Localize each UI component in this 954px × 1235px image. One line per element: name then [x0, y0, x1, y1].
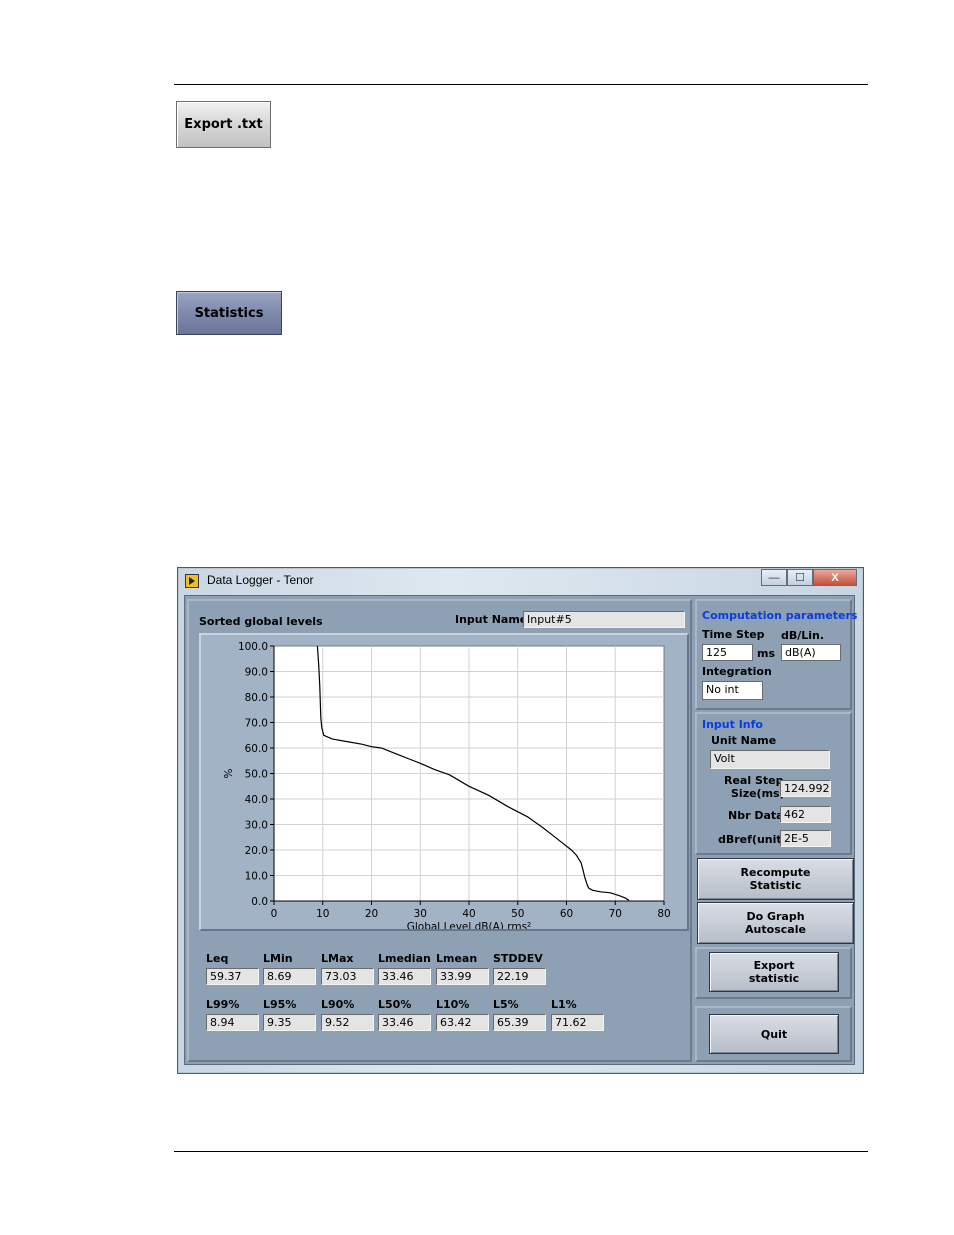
- y-tick-label: 90.0: [245, 667, 268, 679]
- computation-title: Computation parameters: [702, 609, 858, 622]
- x-tick-label: 60: [560, 908, 573, 920]
- leq-value: 59.37: [206, 968, 259, 985]
- sorted-levels-graph[interactable]: 0 10 20 30 40 50 60 70 80 0.0 10.0 20.0 30.0 40.0 50.0…: [199, 633, 689, 931]
- graph-panel: Sorted global levels Input Name Input#5 …: [187, 599, 692, 1062]
- l99-label: L99%: [206, 998, 240, 1011]
- l5-label: L5%: [493, 998, 519, 1011]
- export-panel: Export statistic: [695, 947, 852, 999]
- l1-label: L1%: [551, 998, 577, 1011]
- export-txt-button[interactable]: Export .txt: [176, 101, 271, 148]
- y-tick-label: 60.0: [245, 743, 268, 755]
- y-tick-label: 40.0: [245, 794, 268, 806]
- x-tick-label: 10: [316, 908, 329, 920]
- l99-value: 8.94: [206, 1014, 259, 1031]
- lmedian-value: 33.46: [378, 968, 431, 985]
- graph-svg: 0 10 20 30 40 50 60 70 80 0.0 10.0 20.0 30.0 40.0 50.0…: [223, 641, 671, 929]
- autoscale-label-2: Autoscale: [745, 923, 806, 936]
- minimize-icon[interactable]: —: [761, 569, 787, 586]
- title-bar[interactable]: Data Logger - Tenor — ☐ X: [178, 568, 863, 594]
- x-tick-label: 30: [414, 908, 427, 920]
- y-tick-label: 50.0: [245, 769, 268, 781]
- export-label-1: Export: [753, 959, 795, 972]
- input-name-field: Input#5: [523, 611, 685, 628]
- stddev-value: 22.19: [493, 968, 546, 985]
- dbref-field: 2E-5: [780, 830, 831, 847]
- close-icon[interactable]: X: [813, 569, 857, 586]
- recompute-label-1: Recompute: [740, 866, 811, 879]
- lmax-value: 73.03: [321, 968, 374, 985]
- x-tick-label: 40: [462, 908, 475, 920]
- x-tick-label: 80: [657, 908, 670, 920]
- y-tick-label: 20.0: [245, 845, 268, 857]
- window-client-area: Sorted global levels Input Name Input#5 …: [184, 595, 857, 1065]
- y-tick-label: 100.0: [238, 641, 268, 653]
- bottom-rule: [174, 1151, 868, 1152]
- l10-value: 63.42: [436, 1014, 489, 1031]
- time-step-input[interactable]: 125: [702, 644, 753, 661]
- nbr-data-label: Nbr Data: [728, 809, 784, 822]
- y-tick-label: 30.0: [245, 820, 268, 832]
- quit-button[interactable]: Quit: [709, 1014, 839, 1054]
- x-tick-label: 50: [511, 908, 524, 920]
- autoscale-label-1: Do Graph: [746, 910, 805, 923]
- y-tick-label: 70.0: [245, 718, 268, 730]
- real-step-label-2: Size(ms): [731, 787, 785, 800]
- x-tick-label: 0: [271, 908, 278, 920]
- labview-app-icon: [185, 574, 199, 588]
- lmin-value: 8.69: [263, 968, 316, 985]
- l90-label: L90%: [321, 998, 355, 1011]
- db-lin-select[interactable]: dB(A): [781, 644, 841, 661]
- x-axis-title: Global Level dB(A) rms²: [407, 921, 532, 929]
- export-statistic-button[interactable]: Export statistic: [709, 952, 839, 992]
- recompute-label-2: Statistic: [749, 879, 802, 892]
- computation-panel: Computation parameters Time Step dB/Lin.…: [695, 599, 857, 710]
- integration-select[interactable]: No int: [702, 681, 763, 700]
- graph-title: Sorted global levels: [199, 615, 323, 628]
- dbref-label: dBref(unit): [718, 833, 787, 846]
- lmean-label: Lmean: [436, 952, 478, 965]
- y-tick-label: 80.0: [245, 692, 268, 704]
- data-logger-window: Data Logger - Tenor — ☐ X Sorted global …: [177, 567, 864, 1074]
- l95-value: 9.35: [263, 1014, 316, 1031]
- export-label-2: statistic: [748, 972, 800, 985]
- l10-label: L10%: [436, 998, 470, 1011]
- nbr-data-field: 462: [780, 806, 831, 823]
- top-rule: [174, 84, 868, 85]
- statistics-button[interactable]: Statistics: [176, 291, 282, 335]
- x-tick-label: 20: [365, 908, 378, 920]
- l95-label: L95%: [263, 998, 297, 1011]
- lmean-value: 33.99: [436, 968, 489, 985]
- recompute-statistic-button[interactable]: Recompute Statistic: [697, 858, 854, 900]
- lmax-label: LMax: [321, 952, 354, 965]
- y-tick-label: 10.0: [245, 871, 268, 883]
- window-title: Data Logger - Tenor: [207, 573, 314, 587]
- l1-value: 71.62: [551, 1014, 604, 1031]
- l5-value: 65.39: [493, 1014, 546, 1031]
- leq-label: Leq: [206, 952, 229, 965]
- db-lin-label: dB/Lin.: [781, 629, 825, 642]
- time-step-unit: ms: [757, 647, 776, 660]
- quit-panel: Quit: [695, 1006, 852, 1062]
- l90-value: 9.52: [321, 1014, 374, 1031]
- maximize-icon[interactable]: ☐: [787, 569, 813, 586]
- input-info-title: Input Info: [702, 718, 763, 731]
- do-graph-autoscale-button[interactable]: Do Graph Autoscale: [697, 902, 854, 944]
- real-step-field: 124.992: [780, 780, 831, 797]
- input-name-label: Input Name: [455, 613, 528, 626]
- l50-value: 33.46: [378, 1014, 431, 1031]
- stddev-label: STDDEV: [493, 952, 543, 965]
- l50-label: L50%: [378, 998, 412, 1011]
- y-axis-title: %: [223, 768, 235, 778]
- lmedian-label: Lmedian: [378, 952, 431, 965]
- x-tick-label: 70: [609, 908, 622, 920]
- time-step-label: Time Step: [702, 628, 765, 641]
- lmin-label: LMin: [263, 952, 293, 965]
- unit-name-field: Volt: [710, 750, 830, 769]
- integration-label: Integration: [702, 665, 772, 678]
- real-step-label-1: Real Step: [724, 774, 784, 787]
- input-info-panel: Input Info Unit Name Volt Real Step Size…: [695, 712, 852, 855]
- y-tick-label: 0.0: [251, 896, 268, 908]
- window-controls: — ☐ X: [761, 569, 857, 587]
- unit-name-label: Unit Name: [711, 734, 777, 747]
